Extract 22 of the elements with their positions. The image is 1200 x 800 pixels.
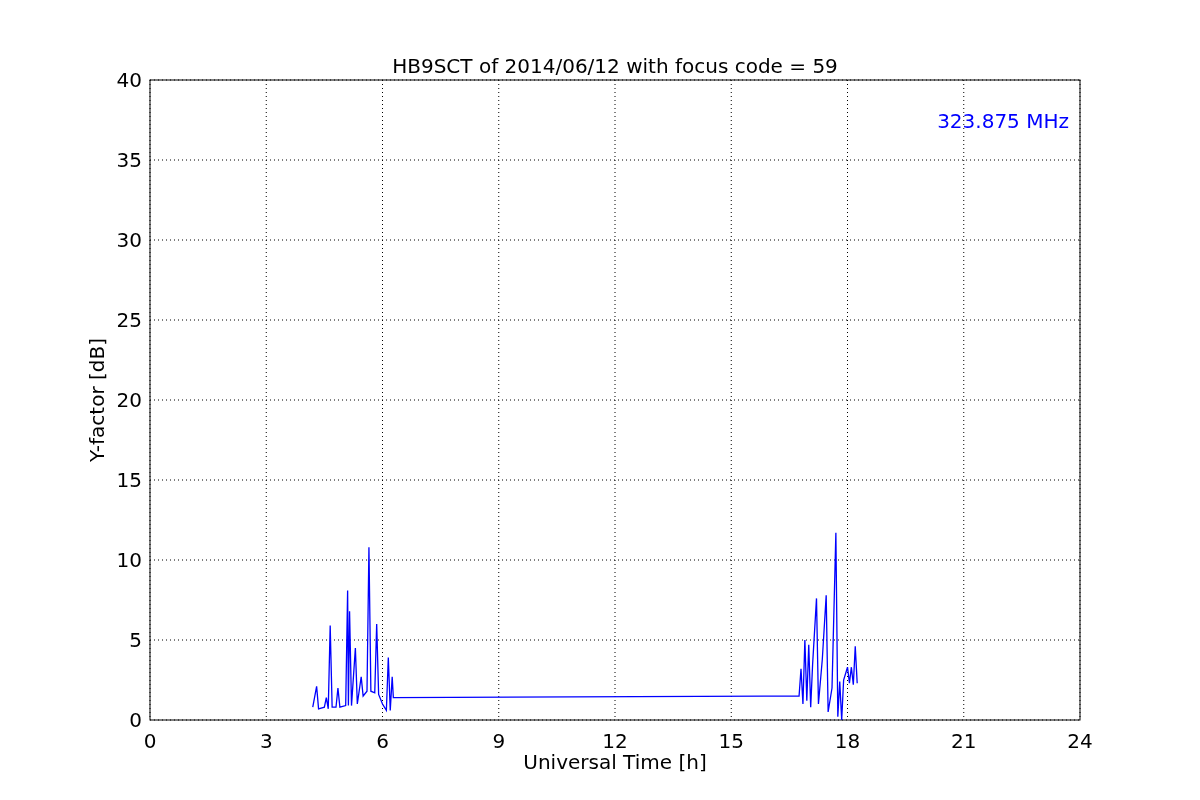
y-tick-label: 20: [116, 388, 142, 412]
chart-title: HB9SCT of 2014/06/12 with focus code = 59: [392, 54, 838, 78]
x-tick-label: 12: [602, 729, 628, 753]
series-label: 323.875 MHz: [937, 109, 1069, 133]
x-tick-label: 3: [259, 729, 273, 753]
x-tick-label: 6: [376, 729, 389, 753]
y-axis-label: Y-factor [dB]: [85, 338, 109, 462]
x-tick-label: 21: [951, 729, 977, 753]
y-tick-label: 35: [116, 148, 142, 172]
x-tick-label: 9: [492, 729, 506, 753]
x-tick-label: 18: [834, 729, 861, 753]
y-tick-label: 25: [116, 308, 142, 332]
y-tick-label: 40: [116, 68, 142, 92]
y-tick-label: 5: [129, 628, 142, 652]
x-axis-label: Universal Time [h]: [523, 750, 707, 774]
y-tick-label: 30: [116, 228, 142, 252]
y-tick-label: 15: [116, 468, 142, 492]
y-tick-label: 0: [129, 708, 142, 732]
x-tick-label: 0: [143, 729, 157, 753]
y-tick-label: 10: [116, 548, 142, 572]
x-tick-label: 15: [718, 729, 744, 753]
x-tick-label: 24: [1067, 729, 1093, 753]
